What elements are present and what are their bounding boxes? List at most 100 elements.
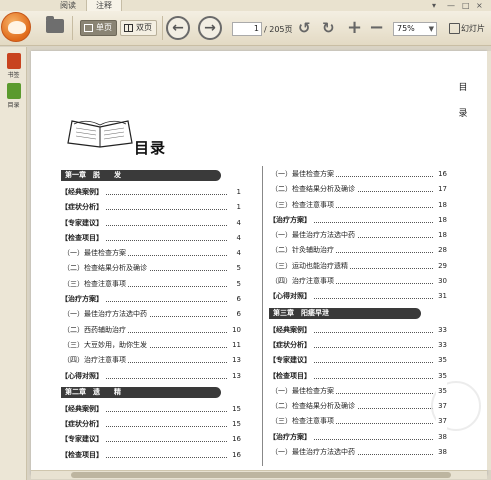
double-page-button[interactable]: 双页 xyxy=(120,20,157,36)
toc-entry[interactable]: （一）最佳检查方案 35 xyxy=(269,383,447,399)
chapter-title: 第二章 遗 精 xyxy=(61,386,221,398)
toc-entry[interactable]: 【症状分析】 15 xyxy=(61,417,241,433)
toc-entry-page: 15 xyxy=(230,401,241,417)
toc-entry-label: 【专家建议】 xyxy=(269,356,313,365)
page-number-input[interactable]: 1 xyxy=(232,22,262,36)
left-sidebar: 书签 目录 xyxy=(0,47,27,480)
next-page-button[interactable]: → xyxy=(198,16,222,40)
toc-entry-label: 【经典案例】 xyxy=(61,404,105,413)
open-book-icon xyxy=(67,120,133,148)
toc-entry[interactable]: 【经典案例】 1 xyxy=(61,185,241,200)
toc-entry[interactable]: （二）检查结果分析及确诊 5 xyxy=(61,261,241,277)
tab-strip: 阅读 注释 ▾ — □ × xyxy=(0,0,491,11)
toc-entry-label: （一）最佳检查方案 xyxy=(269,170,336,178)
toc-entry[interactable]: （三）检查注意事项 37 xyxy=(269,414,447,430)
open-folder-icon[interactable] xyxy=(46,16,64,33)
app-logo[interactable] xyxy=(1,12,31,42)
toc-entry-label: 【治疗方案】 xyxy=(61,295,105,304)
toc-entry-label: 【经典案例】 xyxy=(61,188,105,196)
toc-entry-page: 35 xyxy=(436,368,447,384)
toc-entry[interactable]: （三）检查注意事项 5 xyxy=(61,276,241,292)
toc-entry-page: 28 xyxy=(436,243,447,259)
toc-entry[interactable]: 【治疗方案】 38 xyxy=(269,429,447,445)
toc-entry-label: （三）大豆妙用，助你生发 xyxy=(61,340,149,349)
sidebar-item-label: 目录 xyxy=(7,102,20,109)
toc-entry[interactable]: （一）最佳治疗方法选中药 18 xyxy=(269,228,447,244)
toc-entry-page: 30 xyxy=(436,274,447,290)
toc-entry[interactable]: 【治疗方案】 18 xyxy=(269,212,447,228)
rotate-left-icon[interactable]: ↺ xyxy=(298,19,311,37)
toc-entry[interactable]: （三）运动也能治疗遗精 29 xyxy=(269,258,447,274)
toc-entry[interactable]: （三）检查注意事项 18 xyxy=(269,197,447,213)
toc-entry[interactable]: （四）治疗注意事项 30 xyxy=(269,274,447,290)
toc-entry[interactable]: （三）大豆妙用，助你生发 11 xyxy=(61,337,241,353)
arrow-right-icon: → xyxy=(204,20,216,36)
vertical-char: 目 xyxy=(458,83,468,93)
toc-entry[interactable]: 【专家建议】 4 xyxy=(61,215,241,231)
single-page-button[interactable]: 单页 xyxy=(80,20,117,36)
tab-annotate[interactable]: 注释 xyxy=(86,0,122,11)
toc-entry[interactable]: 【专家建议】 16 xyxy=(61,432,241,448)
toc-entry[interactable]: 【症状分析】 33 xyxy=(269,337,447,353)
toc-entry[interactable]: 【症状分析】 1 xyxy=(61,200,241,216)
horizontal-scrollbar[interactable] xyxy=(31,470,487,479)
toc-entry[interactable]: 【治疗方案】 6 xyxy=(61,292,241,308)
previous-page-button[interactable]: ← xyxy=(166,16,190,40)
toc-entry-label: 【检查项目】 xyxy=(61,450,105,459)
rotate-right-icon[interactable]: ↻ xyxy=(322,19,335,37)
double-page-label: 双页 xyxy=(136,23,152,32)
toc-entry-page: 35 xyxy=(436,383,447,399)
vertical-scrollbar[interactable] xyxy=(487,51,491,470)
toc-entry[interactable]: 【检查项目】 16 xyxy=(61,447,241,463)
toc-entry[interactable]: （一）最佳治疗方法选中药 38 xyxy=(269,445,447,461)
zoom-value: 75% xyxy=(397,24,415,33)
toc-entry-label: （四）治疗注意事项 xyxy=(61,356,128,365)
toc-entry[interactable]: 【检查项目】 4 xyxy=(61,230,241,246)
toc-entry-page: 37 xyxy=(436,414,447,430)
toc-icon xyxy=(6,83,21,99)
toc-entry[interactable]: （一）最佳检查方案 16 xyxy=(269,167,447,182)
sidebar-item-bookmark[interactable]: 书签 xyxy=(2,53,25,79)
toc-entry[interactable]: （二）西药辅助治疗 10 xyxy=(61,322,241,338)
menu-dropdown-icon[interactable]: ▾ xyxy=(432,0,436,11)
toc-entry-label: 【心得对照】 xyxy=(61,371,105,380)
toc-entry[interactable]: （一）最佳治疗方法选中药 6 xyxy=(61,307,241,323)
toc-entry-page: 18 xyxy=(436,228,447,244)
toc-entry-page: 4 xyxy=(234,215,241,231)
toc-chapter-heading[interactable]: 第一章 脱 发 xyxy=(61,167,241,185)
toc-entry-label: （一）最佳治疗方法选中药 xyxy=(269,448,357,457)
toc-chapter-heading[interactable]: 第二章 遗 精 xyxy=(61,384,241,402)
tab-read[interactable]: 阅读 xyxy=(50,0,86,11)
zoom-in-icon[interactable]: + xyxy=(347,19,362,37)
page-total: / 205页 xyxy=(264,25,293,34)
scroll-thumb[interactable] xyxy=(71,472,451,478)
toc-entry[interactable]: 【心得对照】 31 xyxy=(269,289,447,305)
toc-entry[interactable]: 【专家建议】 35 xyxy=(269,353,447,369)
toc-entry-page: 29 xyxy=(436,258,447,274)
slideshow-button[interactable]: 幻灯片 xyxy=(449,23,485,34)
toc-entry[interactable]: 【经典案例】 33 xyxy=(269,322,447,338)
toc-entry[interactable]: （四）治疗注意事项 13 xyxy=(61,353,241,369)
toc-entry-label: （一）最佳治疗方法选中药 xyxy=(269,231,357,240)
toc-entry[interactable]: （二）检查结果分析及确诊 37 xyxy=(269,399,447,415)
toc-entry[interactable]: 【检查项目】 35 xyxy=(269,368,447,384)
toc-entry-label: 【检查项目】 xyxy=(269,371,313,380)
toc-entry[interactable]: 【经典案例】 15 xyxy=(61,401,241,417)
toc-entry-label: （三）检查注意事项 xyxy=(61,279,128,288)
maximize-button[interactable]: □ xyxy=(462,0,470,11)
toc-entry-label: （一）最佳检查方案 xyxy=(61,249,128,258)
zoom-select[interactable]: 75% ▼ xyxy=(393,22,437,36)
toc-entry-page: 18 xyxy=(436,212,447,228)
toc-chapter-heading[interactable]: 第三章 阳痿早泄 xyxy=(269,305,447,323)
close-button[interactable]: × xyxy=(476,0,483,11)
toc-entry[interactable]: （二）针灸辅助治疗 28 xyxy=(269,243,447,259)
arrow-left-icon: ← xyxy=(172,20,184,36)
zoom-out-icon[interactable]: − xyxy=(369,19,384,37)
toc-entry[interactable]: （一）最佳检查方案 4 xyxy=(61,246,241,262)
toc-entry[interactable]: （二）检查结果分析及确诊 17 xyxy=(269,182,447,198)
sidebar-item-toc[interactable]: 目录 xyxy=(2,83,25,109)
slideshow-label: 幻灯片 xyxy=(461,24,485,33)
minimize-button[interactable]: — xyxy=(447,0,455,11)
toc-entry[interactable]: 【心得对照】 13 xyxy=(61,368,241,384)
toc-left-column: 第一章 脱 发【经典案例】 1 【症状分析】 1 【专家建议】 4 【检查项目】 4 （一）最佳… xyxy=(61,167,241,463)
